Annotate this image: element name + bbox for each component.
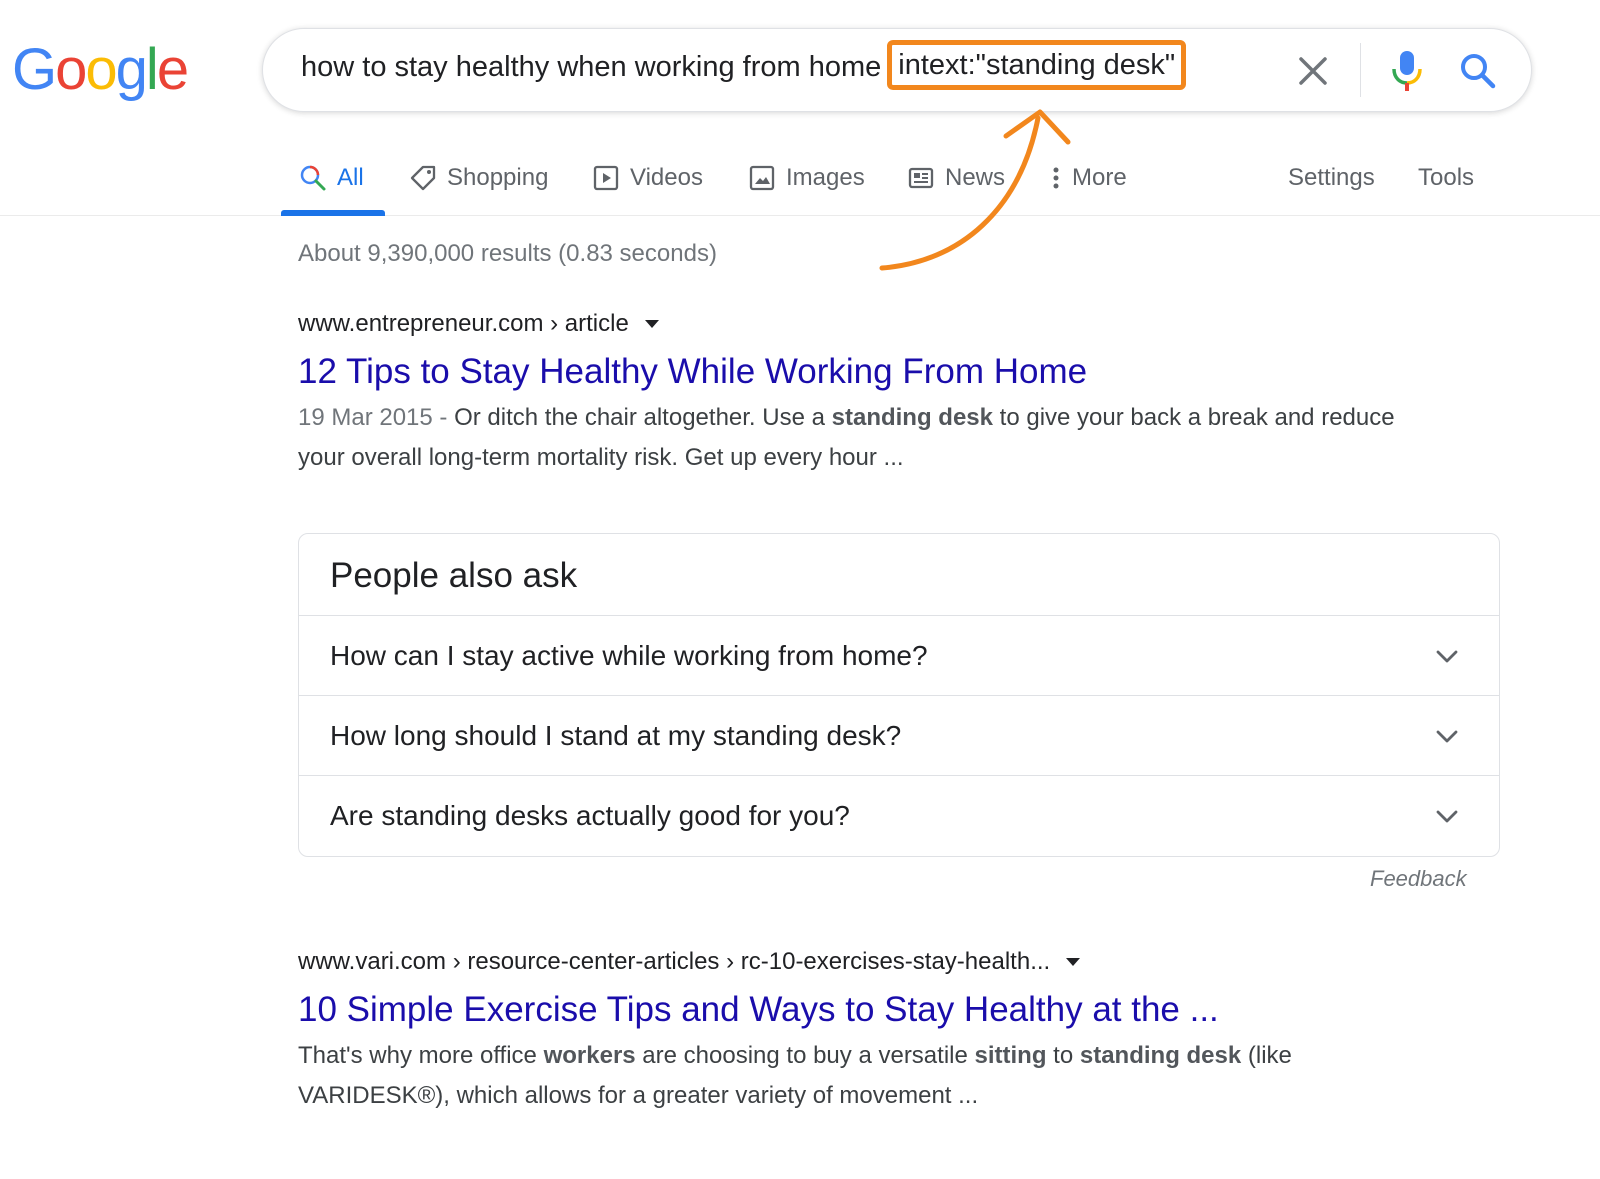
tab-label: Videos (630, 164, 703, 191)
dropdown-arrow-icon[interactable] (644, 320, 659, 328)
mic-icon (1392, 51, 1422, 91)
snippet-bold: sitting (974, 1042, 1047, 1069)
newspaper-icon (908, 167, 934, 189)
logo-letter: G (12, 37, 57, 102)
tab-more[interactable]: More (1050, 158, 1127, 198)
tab-label: Settings (1288, 164, 1375, 191)
search-button[interactable] (1458, 49, 1498, 93)
tab-settings[interactable]: Settings (1288, 158, 1375, 198)
tab-images[interactable]: Images (748, 158, 865, 198)
result-snippet: That's why more office workers are choos… (298, 1036, 1408, 1116)
tab-news[interactable]: News (907, 158, 1005, 198)
logo-letter: l (145, 37, 159, 102)
snippet-text: to (1046, 1042, 1080, 1069)
tab-shopping[interactable]: Shopping (409, 158, 548, 198)
search-box[interactable]: how to stay healthy when working from ho… (262, 28, 1532, 112)
search-icon (300, 165, 326, 191)
search-input[interactable]: how to stay healthy when working from ho… (301, 40, 1187, 92)
paa-question-text: How can I stay active while working from… (330, 640, 928, 671)
search-result: www.entrepreneur.com › article 12 Tips t… (298, 310, 1418, 478)
tab-label: More (1072, 164, 1127, 191)
tab-label: All (337, 164, 364, 191)
active-tab-indicator (281, 210, 385, 216)
clear-button[interactable] (1293, 51, 1333, 91)
result-url: www.entrepreneur.com › article (298, 310, 1418, 338)
search-divider (1360, 43, 1361, 97)
result-url: www.vari.com › resource-center-articles … (298, 948, 1418, 976)
result-stats: About 9,390,000 results (0.83 seconds) (298, 240, 717, 267)
tab-all[interactable]: All (299, 158, 364, 198)
dropdown-arrow-icon[interactable] (1066, 958, 1081, 966)
people-also-ask: People also ask How can I stay active wh… (298, 533, 1500, 857)
search-icon (1461, 54, 1496, 89)
snippet-text: are choosing to buy a versatile (635, 1042, 975, 1069)
play-icon (593, 165, 619, 191)
logo-letter: e (156, 37, 189, 102)
query-text: how to stay healthy when working from ho… (301, 51, 882, 83)
logo-letter: o (55, 37, 87, 102)
paa-question[interactable]: Are standing desks actually good for you… (299, 775, 1499, 855)
close-icon (1299, 57, 1327, 85)
image-icon (749, 165, 775, 191)
tab-label: News (945, 164, 1006, 191)
tab-label: Shopping (447, 164, 549, 191)
tab-videos[interactable]: Videos (592, 158, 703, 198)
chevron-down-icon (1436, 650, 1458, 663)
result-snippet: 19 Mar 2015 - Or ditch the chair altoget… (298, 398, 1408, 478)
tab-tools[interactable]: Tools (1418, 158, 1474, 198)
result-title-link[interactable]: 10 Simple Exercise Tips and Ways to Stay… (298, 990, 1418, 1030)
result-date: 19 Mar 2015 - (298, 404, 455, 431)
snippet-text: That's why more office (298, 1042, 544, 1069)
paa-question-text: Are standing desks actually good for you… (330, 800, 850, 831)
logo-letter: g (115, 37, 148, 102)
query-highlight: intext:"standing desk" (887, 40, 1187, 90)
search-result: www.vari.com › resource-center-articles … (298, 948, 1418, 1116)
tab-label: Tools (1418, 164, 1475, 191)
chevron-down-icon (1436, 810, 1458, 823)
snippet-bold: workers (543, 1042, 636, 1069)
more-vert-icon (1053, 167, 1059, 189)
paa-title: People also ask (330, 556, 578, 595)
paa-question[interactable]: How long should I stand at my standing d… (299, 695, 1499, 775)
snippet-bold: standing desk (1079, 1042, 1242, 1069)
paa-question-text: How long should I stand at my standing d… (330, 720, 902, 751)
google-logo[interactable]: Google (12, 36, 189, 103)
snippet-bold: standing desk (831, 404, 993, 431)
logo-letter: o (85, 37, 117, 102)
result-title-link[interactable]: 12 Tips to Stay Healthy While Working Fr… (298, 352, 1418, 392)
paa-question[interactable]: How can I stay active while working from… (299, 615, 1499, 695)
voice-search-button[interactable] (1389, 49, 1425, 93)
snippet-text: Or ditch the chair altogether. Use a (454, 404, 832, 431)
tab-label: Images (786, 164, 865, 191)
result-cite: www.entrepreneur.com › article (298, 310, 629, 337)
search-tabs: All Shopping Videos Images News More Set… (0, 140, 1600, 216)
feedback-link[interactable]: Feedback (1370, 866, 1467, 892)
result-cite: www.vari.com › resource-center-articles … (298, 948, 1051, 975)
chevron-down-icon (1436, 730, 1458, 743)
tag-icon (410, 165, 436, 191)
